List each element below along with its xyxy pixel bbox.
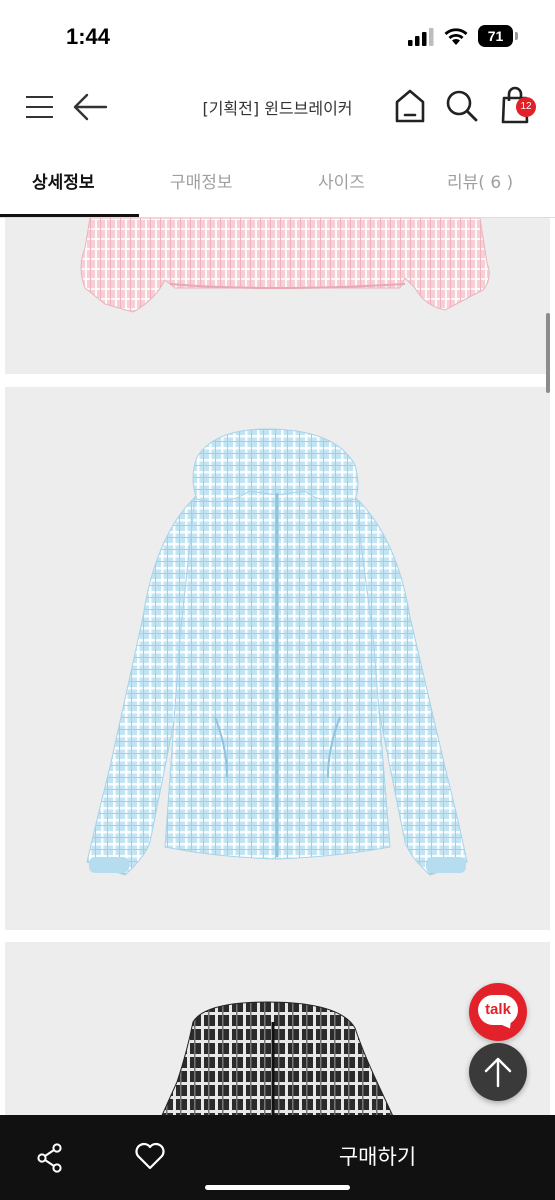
tab-size[interactable]: 사이즈 (318, 168, 365, 193)
home-indicator (205, 1185, 350, 1190)
scroll-to-top-button[interactable] (469, 1043, 527, 1101)
blue-check-jacket-image (5, 387, 550, 930)
status-bar: 1:44 71 (0, 0, 555, 72)
active-tab-indicator (0, 214, 139, 217)
product-detail-content (0, 218, 555, 1115)
tab-detail-info[interactable]: 상세정보 (32, 168, 95, 193)
status-time: 1:44 (66, 24, 111, 49)
page-scrollbar[interactable] (546, 313, 550, 393)
kakao-talk-button[interactable]: talk (469, 983, 527, 1041)
search-icon[interactable] (445, 89, 479, 123)
hamburger-menu-icon[interactable] (26, 94, 54, 120)
pink-check-jacket-image (5, 218, 550, 374)
black-check-jacket-image (5, 942, 550, 1115)
battery-icon: 71 (478, 25, 518, 47)
signal-icon (408, 28, 434, 46)
detail-tabs: 상세정보 구매정보 사이즈 리뷰( 6 ) (0, 144, 555, 218)
talk-label: talk (485, 1001, 511, 1018)
heart-icon[interactable] (134, 1141, 166, 1171)
share-icon[interactable] (36, 1143, 64, 1173)
page-title: [기획전] 윈드브레이커 (202, 99, 353, 118)
tab-purchase-info[interactable]: 구매정보 (170, 168, 233, 193)
cart-count-badge: 12 (516, 97, 536, 117)
home-icon[interactable] (394, 88, 426, 124)
back-arrow-icon[interactable] (72, 92, 108, 122)
wifi-icon (444, 28, 468, 45)
top-header: [기획전] 윈드브레이커 (0, 72, 555, 144)
arrow-up-icon (484, 1057, 512, 1088)
battery-level: 71 (487, 28, 504, 44)
tab-reviews[interactable]: 리뷰( 6 ) (447, 168, 513, 193)
